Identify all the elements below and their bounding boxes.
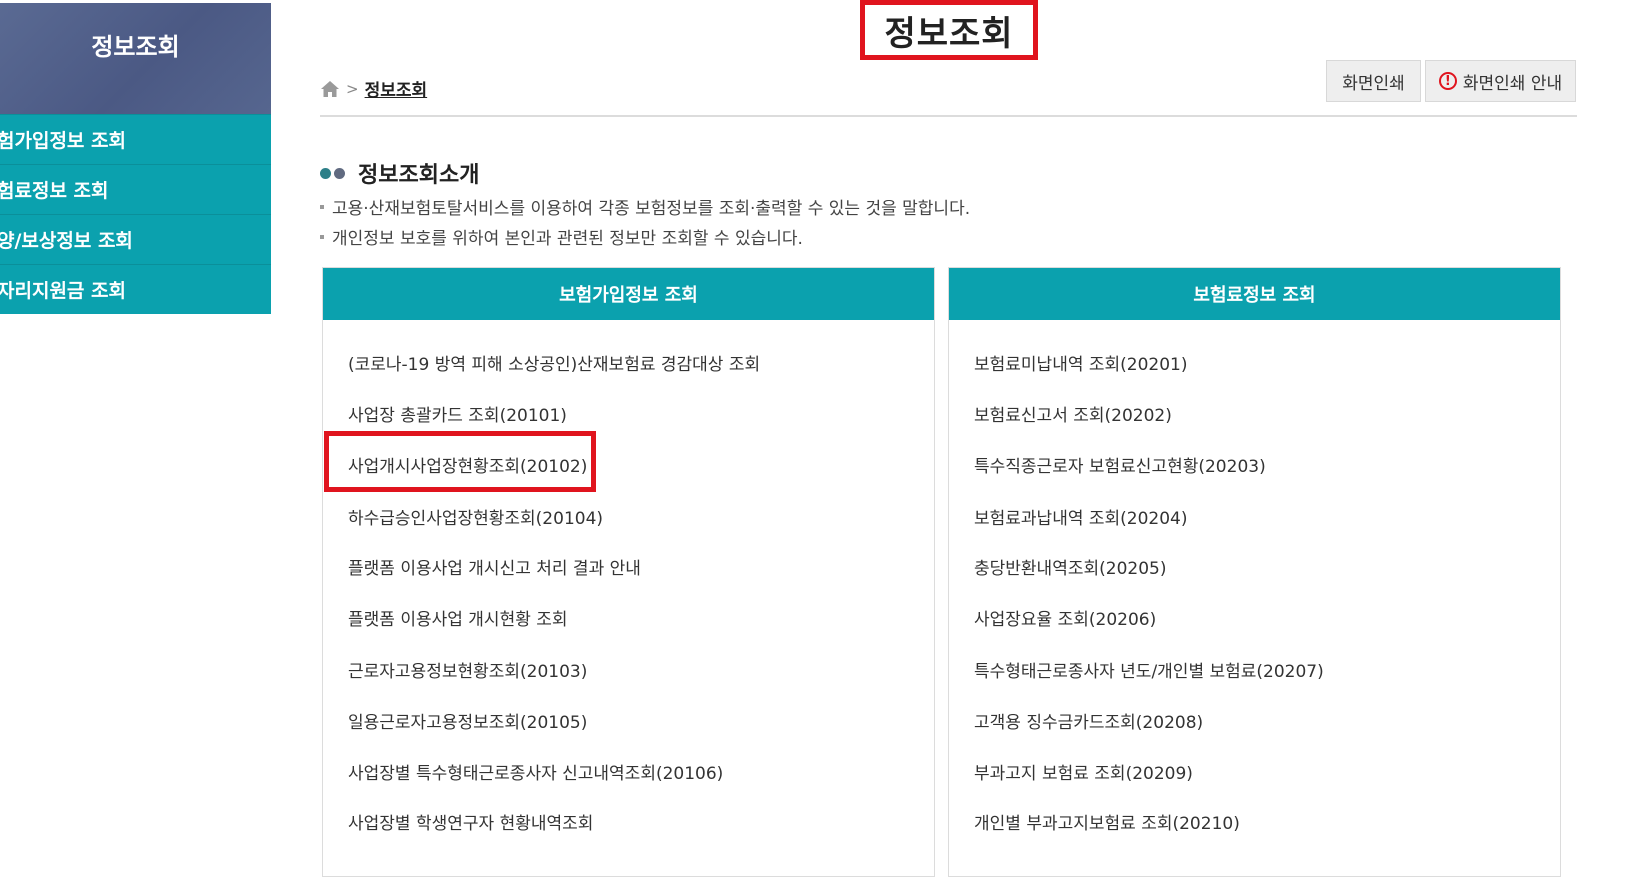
list-item[interactable]: 부과고지 보험료 조회(20209) — [974, 759, 1193, 784]
list-item[interactable]: 특수형태근로종사자 년도/개인별 보험료(20207) — [974, 657, 1324, 682]
list-item[interactable]: 보험료신고서 조회(20202) — [974, 401, 1172, 426]
list-item[interactable]: 개인별 부과고지보험료 조회(20210) — [974, 809, 1240, 834]
list-item[interactable]: 플랫폼 이용사업 개시신고 처리 결과 안내 — [348, 554, 641, 579]
sidebar-item-label: 자리지원금 조회 — [0, 280, 126, 302]
intro-text: 개인정보 보호를 위하여 본인과 관련된 정보만 조회할 수 있습니다. — [332, 229, 803, 249]
page-title: 정보조회 — [884, 13, 1014, 54]
intro-line: 고용·산재보험토탈서비스를 이용하여 각종 보험정보를 조회·출력할 수 있는 … — [320, 194, 970, 219]
list-item[interactable]: 고객용 징수금카드조회(20208) — [974, 708, 1203, 733]
list-item[interactable]: 사업장요율 조회(20206) — [974, 605, 1156, 630]
list-item[interactable]: 보험료미납내역 조회(20201) — [974, 350, 1188, 375]
bullet-icon — [320, 204, 324, 209]
sidebar-item-label: 양/보상정보 조회 — [0, 230, 133, 252]
list-item[interactable]: 하수급승인사업장현황조회(20104) — [348, 504, 603, 529]
breadcrumb-current[interactable]: 정보조회 — [365, 76, 428, 101]
print-guide-label: 화면인쇄 안내 — [1462, 73, 1563, 94]
bullet-dot-icon — [334, 167, 345, 179]
alert-icon: ! — [1438, 72, 1457, 90]
list-item[interactable]: 특수직종근로자 보험료신고현황(20203) — [974, 452, 1266, 477]
sidebar-item-insurance-join[interactable]: 험가입정보 조회 — [0, 114, 271, 164]
intro-line: 개인정보 보호를 위하여 본인과 관련된 정보만 조회할 수 있습니다. — [320, 224, 803, 249]
list-item[interactable]: 근로자고용정보현황조회(20103) — [348, 657, 587, 682]
premium-panel: 보험료정보 조회 보험료미납내역 조회(20201) 보험료신고서 조회(202… — [948, 267, 1561, 877]
bullet-icon — [320, 234, 324, 239]
list-item[interactable]: 사업장별 특수형태근로종사자 신고내역조회(20106) — [348, 759, 723, 784]
chevron-right-icon: > — [346, 79, 359, 98]
sidebar-item-premium[interactable]: 험료정보 조회 — [0, 164, 271, 214]
page-title-highlight: 정보조회 — [860, 0, 1038, 60]
panel-header: 보험가입정보 조회 — [323, 268, 934, 320]
list-item[interactable]: 사업개시사업장현황조회(20102) — [348, 452, 587, 477]
sidebar-title: 정보조회 — [0, 3, 271, 114]
list-item[interactable]: 보험료과납내역 조회(20204) — [974, 504, 1188, 529]
print-button-label: 화면인쇄 — [1342, 73, 1405, 94]
bullet-dot-icon — [320, 167, 331, 179]
list-item[interactable]: 사업장 총괄카드 조회(20101) — [348, 401, 567, 426]
print-guide-button[interactable]: ! 화면인쇄 안내 — [1425, 60, 1576, 102]
list-item[interactable]: 사업장별 학생연구자 현황내역조회 — [348, 809, 593, 834]
list-item[interactable]: 플랫폼 이용사업 개시현황 조회 — [348, 605, 568, 630]
sidebar-item-job-subsidy[interactable]: 자리지원금 조회 — [0, 264, 271, 314]
breadcrumb: > 정보조회 — [320, 76, 427, 101]
list-item[interactable]: (코로나-19 방역 피해 소상공인)산재보험료 경감대상 조회 — [348, 350, 760, 375]
sidebar: 정보조회 험가입정보 조회 험료정보 조회 양/보상정보 조회 자리지원금 조회 — [0, 3, 271, 314]
sidebar-item-label: 험가입정보 조회 — [0, 130, 126, 152]
intro-text: 고용·산재보험토탈서비스를 이용하여 각종 보험정보를 조회·출력할 수 있는 … — [332, 199, 971, 219]
panel-header: 보험료정보 조회 — [949, 268, 1560, 320]
intro-title: 정보조회소개 — [358, 163, 480, 188]
print-button[interactable]: 화면인쇄 — [1326, 60, 1421, 102]
sidebar-item-compensation[interactable]: 양/보상정보 조회 — [0, 214, 271, 264]
list-item[interactable]: 일용근로자고용정보조회(20105) — [348, 708, 587, 733]
sidebar-item-label: 험료정보 조회 — [0, 180, 109, 202]
insurance-join-panel: 보험가입정보 조회 (코로나-19 방역 피해 소상공인)산재보험료 경감대상 … — [322, 267, 935, 877]
list-item[interactable]: 충당반환내역조회(20205) — [974, 554, 1166, 579]
intro-heading: 정보조회소개 — [320, 157, 479, 189]
home-icon[interactable] — [320, 80, 340, 98]
header-divider — [320, 115, 1577, 117]
